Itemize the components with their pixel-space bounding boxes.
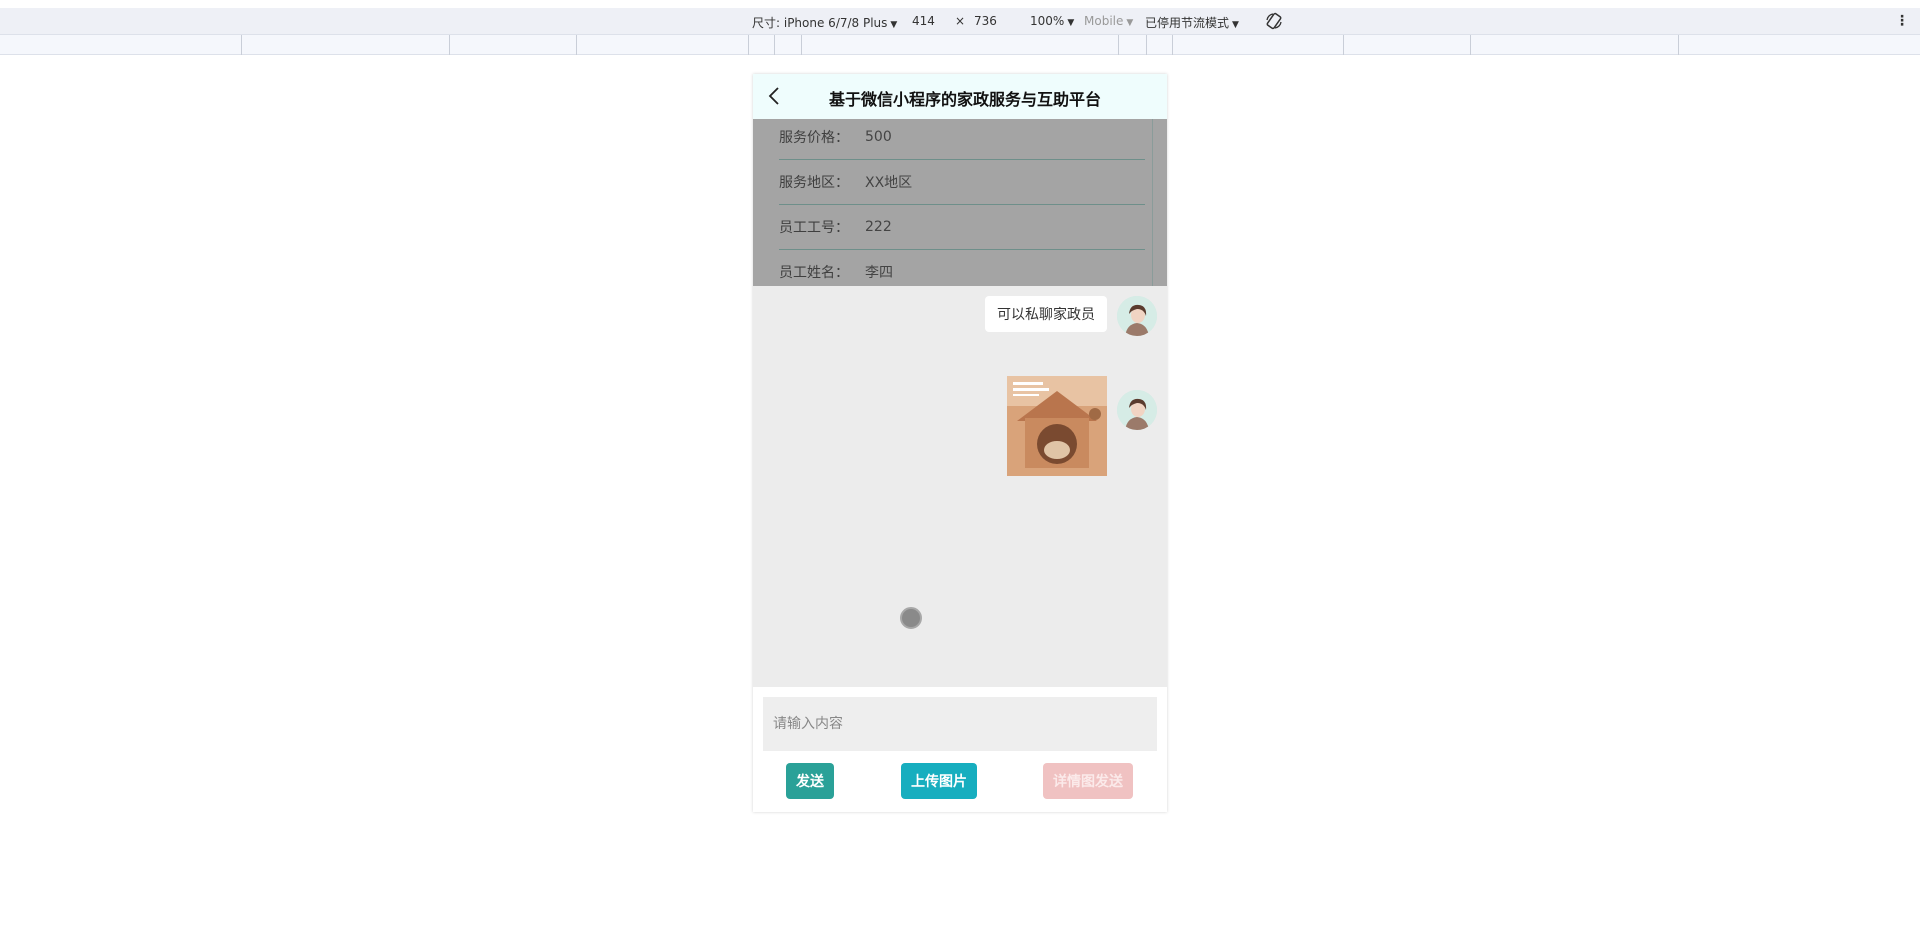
upload-image-button[interactable]: 上传图片 (901, 763, 977, 799)
ruler-tick (1343, 35, 1344, 55)
height-input[interactable]: 736 (974, 14, 997, 28)
ruler-tick (1118, 35, 1119, 55)
ruler-tick (449, 35, 450, 55)
mode-label: Mobile (1084, 14, 1124, 28)
send-button[interactable]: 发送 (786, 763, 834, 799)
avatar (1117, 390, 1157, 430)
page-title: 基于微信小程序的家政服务与互助平台 (828, 90, 1101, 109)
nav-bar: 基于微信小程序的家政服务与互助平台 (753, 74, 1167, 119)
rotate-icon[interactable] (1264, 11, 1284, 31)
ruler-tick (774, 35, 775, 55)
info-row-price: 服务价格： 500 (779, 115, 1145, 160)
info-value: 李四 (865, 265, 893, 281)
info-row-staff-id: 员工工号： 222 (779, 205, 1145, 250)
ruler-tick (748, 35, 749, 55)
zoom-label: 100% (1030, 14, 1065, 28)
ruler-tick (576, 35, 577, 55)
info-value: 500 (865, 129, 892, 145)
width-input[interactable]: 414 (912, 14, 935, 28)
user-avatar-icon (1117, 390, 1157, 430)
message-composer: 发送 上传图片 详情图发送 (753, 687, 1167, 812)
media-query-ruler (0, 35, 1920, 55)
caret-down-icon: ▼ (1067, 18, 1075, 28)
send-detail-image-button[interactable]: 详情图发送 (1043, 763, 1133, 799)
pet-house-image-icon (1007, 376, 1107, 476)
mode-select[interactable]: Mobile ▼ (1084, 14, 1133, 28)
chat-area[interactable]: 可以私聊家政员 (753, 286, 1167, 687)
times-sign: × (955, 14, 966, 28)
service-info-panel: 服务价格： 500 服务地区： XX地区 员工工号： 222 员工姓名： 李四 (753, 119, 1167, 295)
caret-down-icon: ▼ (1126, 18, 1134, 28)
user-avatar-icon (1117, 296, 1157, 336)
more-options-icon[interactable]: ⋮ (1895, 13, 1909, 29)
panel-edge (1152, 119, 1153, 286)
device-select[interactable]: 尺寸: iPhone 6/7/8 Plus ▼ (752, 14, 897, 31)
ruler-tick (1172, 35, 1173, 55)
ruler-tick (1470, 35, 1471, 55)
info-key: 服务地区： (779, 175, 849, 191)
info-key: 服务价格： (779, 130, 849, 146)
info-value: 222 (865, 219, 892, 235)
caret-down-icon: ▼ (1232, 20, 1239, 30)
message-image[interactable] (1007, 376, 1107, 476)
phone-viewport: 基于微信小程序的家政服务与互助平台 服务价格： 500 服务地区： XX地区 员… (753, 74, 1167, 812)
device-label: 尺寸: iPhone 6/7/8 Plus (752, 16, 888, 30)
info-value: XX地区 (865, 175, 913, 191)
ruler-tick (241, 35, 242, 55)
chat-message-image (1007, 360, 1157, 476)
devtools-device-toolbar: 尺寸: iPhone 6/7/8 Plus ▼ 414 × 736 100% ▼ M… (0, 8, 1920, 35)
message-input[interactable] (763, 697, 1157, 751)
ruler-tick (1678, 35, 1679, 55)
info-key: 员工姓名： (779, 265, 849, 281)
avatar (1117, 296, 1157, 336)
ruler-tick (801, 35, 802, 55)
touch-cursor (900, 607, 922, 629)
message-bubble: 可以私聊家政员 (985, 296, 1107, 332)
info-row-area: 服务地区： XX地区 (779, 160, 1145, 205)
service-info-list: 服务价格： 500 服务地区： XX地区 员工工号： 222 员工姓名： 李四 (779, 115, 1145, 295)
throttle-label: 已停用节流模式 (1145, 16, 1230, 30)
info-key: 员工工号： (779, 220, 849, 236)
zoom-select[interactable]: 100% ▼ (1030, 14, 1074, 28)
chat-message-text: 可以私聊家政员 (985, 296, 1157, 336)
ruler-tick (1146, 35, 1147, 55)
throttle-select[interactable]: 已停用节流模式 ▼ (1145, 14, 1239, 31)
caret-down-icon: ▼ (890, 20, 898, 30)
